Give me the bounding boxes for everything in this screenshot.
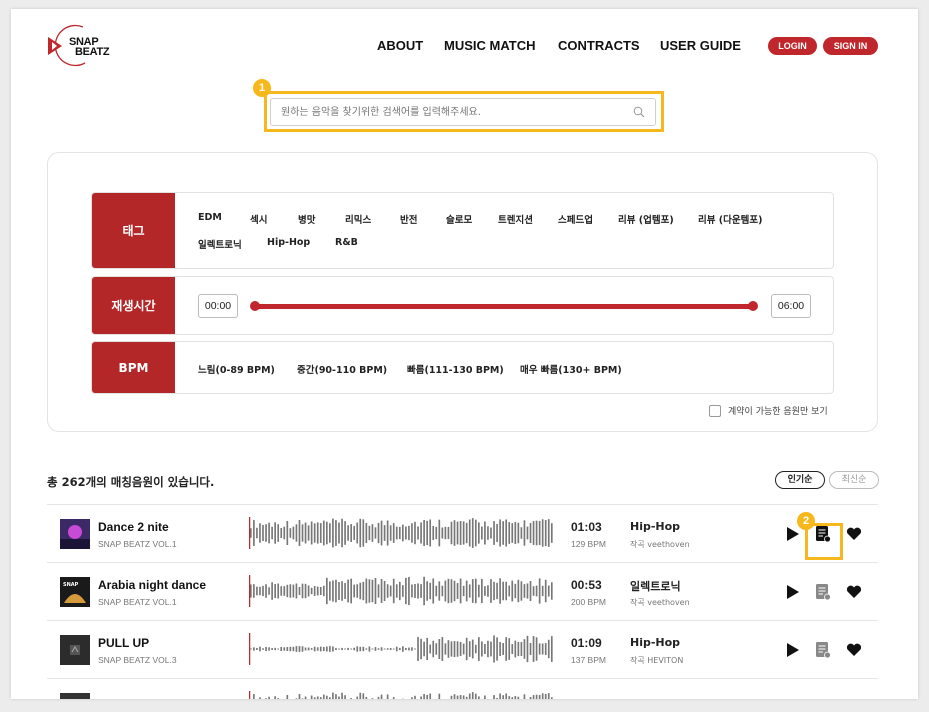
duration-max-handle[interactable] xyxy=(748,301,758,311)
tag-filter-label: 태그 xyxy=(92,193,175,268)
track-duration: 01:09 xyxy=(571,636,602,650)
search-icon[interactable] xyxy=(633,106,645,118)
tag-twist[interactable]: 반전 xyxy=(400,212,417,226)
tag-review-uptempo[interactable]: 리뷰 (업템포) xyxy=(618,212,674,226)
duration-filter-row: 재생시간 00:00 06:00 xyxy=(91,276,834,335)
track-row[interactable]: SNAP Arabia night dance SNAP BEATZ VOL.1 00… xyxy=(47,562,878,620)
bpm-very-fast[interactable]: 매우 빠름(130+ BPM) xyxy=(520,362,622,376)
filter-panel: 태그 EDM 섹시 병맛 리믹스 반전 슬로모 트렌지션 스페드업 리뷰 (업템… xyxy=(47,152,878,432)
track-album: SNAP BEATZ VOL.3 xyxy=(98,655,177,665)
bpm-filter-row: BPM 느림(0-89 BPM) 중간(90-110 BPM) 빠름(111-1… xyxy=(91,341,834,394)
track-bpm: 129 BPM xyxy=(571,539,606,549)
tag-slowmo[interactable]: 슬로모 xyxy=(446,212,472,226)
annotation-badge-2: 2 xyxy=(797,512,815,530)
tag-remix[interactable]: 리믹스 xyxy=(345,212,371,226)
tag-sexy[interactable]: 섹시 xyxy=(250,212,267,226)
track-title[interactable]: Arabia night dance xyxy=(98,578,206,592)
search-box xyxy=(270,98,656,126)
login-button[interactable]: LOGIN xyxy=(768,37,817,55)
logo-line2: BEATZ xyxy=(75,46,110,58)
license-doc-icon[interactable] xyxy=(815,641,831,659)
tag-transition[interactable]: 트렌지션 xyxy=(498,212,533,226)
duration-min-field[interactable]: 00:00 xyxy=(198,294,238,318)
nav-user-guide[interactable]: USER GUIDE xyxy=(660,38,741,53)
album-cover-icon[interactable] xyxy=(60,693,90,699)
tag-hiphop[interactable]: Hip-Hop xyxy=(267,237,310,248)
contract-only-label: 계약이 가능한 음원만 보기 xyxy=(728,407,828,417)
duration-max-field[interactable]: 06:00 xyxy=(771,294,811,318)
tag-review-downtempo[interactable]: 리뷰 (다운템포) xyxy=(698,212,762,226)
track-title[interactable]: PULL UP xyxy=(98,636,149,650)
bpm-slow[interactable]: 느림(0-89 BPM) xyxy=(198,362,275,376)
signin-button[interactable]: SIGN IN xyxy=(823,37,878,55)
play-icon[interactable] xyxy=(786,642,800,658)
logo-wordmark: SNAP BEATZ xyxy=(69,37,110,58)
track-duration: 01:03 xyxy=(571,520,602,534)
license-doc-icon[interactable] xyxy=(815,583,831,601)
heart-icon[interactable] xyxy=(846,585,862,599)
track-genre: 일렉트로닉 xyxy=(630,580,681,593)
tag-byeongmat[interactable]: 병맛 xyxy=(298,212,315,226)
annotation-badge-1: 1 xyxy=(253,79,271,97)
waveform[interactable] xyxy=(249,517,553,549)
heart-icon[interactable] xyxy=(846,643,862,657)
album-cover-icon[interactable] xyxy=(60,519,90,549)
bpm-fast[interactable]: 빠름(111-130 BPM) xyxy=(407,362,504,376)
track-row[interactable]: Dance 2 nite SNAP BEATZ VOL.1 01:03 129 BPM… xyxy=(47,504,878,562)
tag-rnb[interactable]: R&B xyxy=(335,237,358,248)
play-icon[interactable] xyxy=(786,526,800,542)
duration-slider-track[interactable] xyxy=(255,304,755,309)
album-cover-icon[interactable]: SNAP xyxy=(60,577,90,607)
track-album: SNAP BEATZ VOL.1 xyxy=(98,539,177,549)
heart-icon[interactable] xyxy=(846,527,862,541)
waveform[interactable] xyxy=(249,575,553,607)
track-album: SNAP BEATZ VOL.1 xyxy=(98,597,177,607)
bpm-filter-label: BPM xyxy=(92,342,175,393)
duration-filter-label: 재생시간 xyxy=(92,277,175,334)
sort-latest-button[interactable]: 최신순 xyxy=(829,471,879,489)
track-title[interactable]: Dance 2 nite xyxy=(98,520,169,534)
contract-only-toggle[interactable]: 계약이 가능한 음원만 보기 xyxy=(709,404,828,417)
track-bpm: 200 BPM xyxy=(571,597,606,607)
track-composer: 작곡 veethoven xyxy=(630,598,690,607)
bpm-medium[interactable]: 중간(90-110 BPM) xyxy=(297,362,387,376)
track-composer: 작곡 veethoven xyxy=(630,540,690,549)
track-composer: 작곡 HEVITON xyxy=(630,656,684,665)
album-cover-icon[interactable] xyxy=(60,635,90,665)
tag-electronic[interactable]: 일렉트로닉 xyxy=(198,237,242,251)
app-window: SNAP BEATZ ABOUT MUSIC MATCH CONTRACTS U… xyxy=(11,9,918,699)
track-duration: 00:53 xyxy=(571,578,602,592)
track-row[interactable]: PULL UP SNAP BEATZ VOL.3 01:09 137 BPM Hip-H… xyxy=(47,620,878,678)
nav-about[interactable]: ABOUT xyxy=(377,38,423,53)
tag-filter-row: 태그 EDM 섹시 병맛 리믹스 반전 슬로모 트렌지션 스페드업 리뷰 (업템… xyxy=(91,192,834,269)
sort-popular-button[interactable]: 인기순 xyxy=(775,471,825,489)
tag-speedup[interactable]: 스페드업 xyxy=(558,212,593,226)
search-input[interactable] xyxy=(281,99,621,125)
play-icon[interactable] xyxy=(786,584,800,600)
svg-text:SNAP: SNAP xyxy=(63,582,79,588)
nav-music-match[interactable]: MUSIC MATCH xyxy=(444,38,535,53)
track-genre: Hip-Hop xyxy=(630,520,681,533)
track-row-partial[interactable] xyxy=(47,678,878,699)
waveform[interactable] xyxy=(249,691,553,699)
waveform[interactable] xyxy=(249,633,553,665)
track-genre: Hip-Hop xyxy=(630,636,681,649)
tag-edm[interactable]: EDM xyxy=(198,212,222,223)
nav-contracts[interactable]: CONTRACTS xyxy=(558,38,640,53)
duration-min-handle[interactable] xyxy=(250,301,260,311)
contract-only-checkbox[interactable] xyxy=(709,404,721,417)
results-count: 총 262개의 매칭음원이 있습니다. xyxy=(47,475,215,489)
track-bpm: 137 BPM xyxy=(571,655,606,665)
